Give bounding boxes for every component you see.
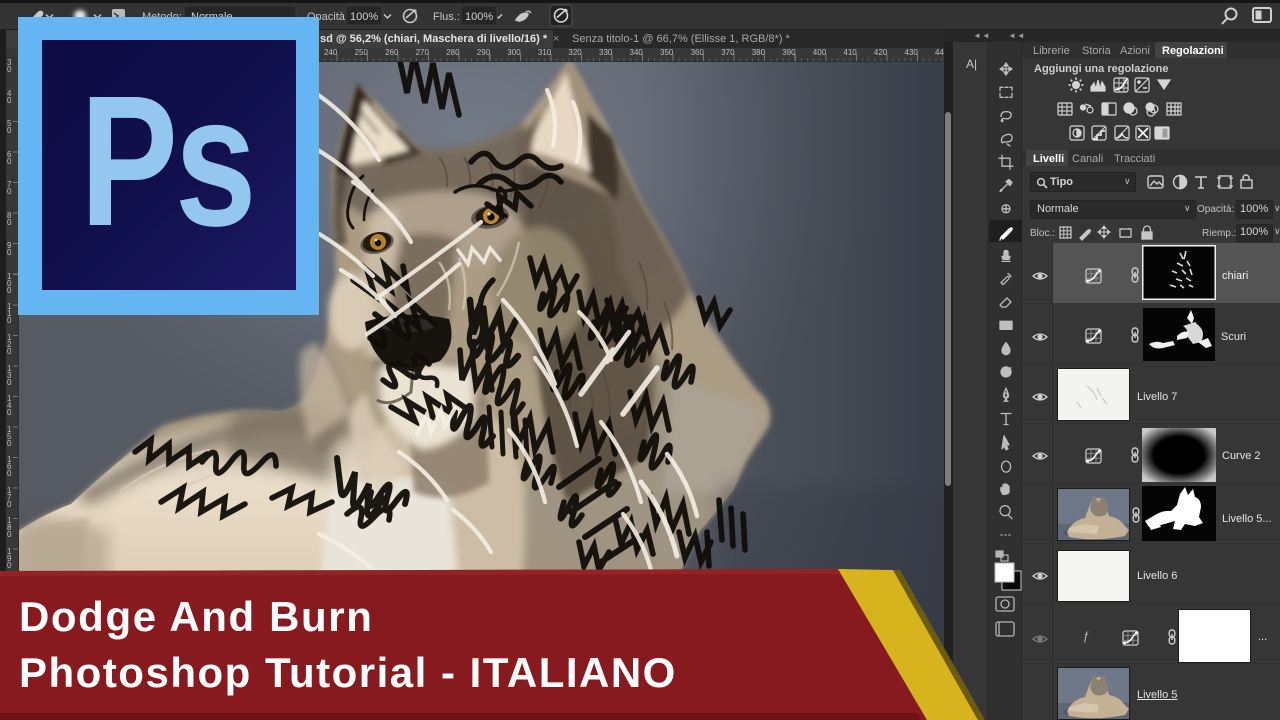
svg-text:100%: 100% bbox=[350, 11, 378, 23]
svg-text:Flus.:: Flus.: bbox=[433, 11, 460, 23]
svg-text:100%: 100% bbox=[465, 11, 493, 23]
